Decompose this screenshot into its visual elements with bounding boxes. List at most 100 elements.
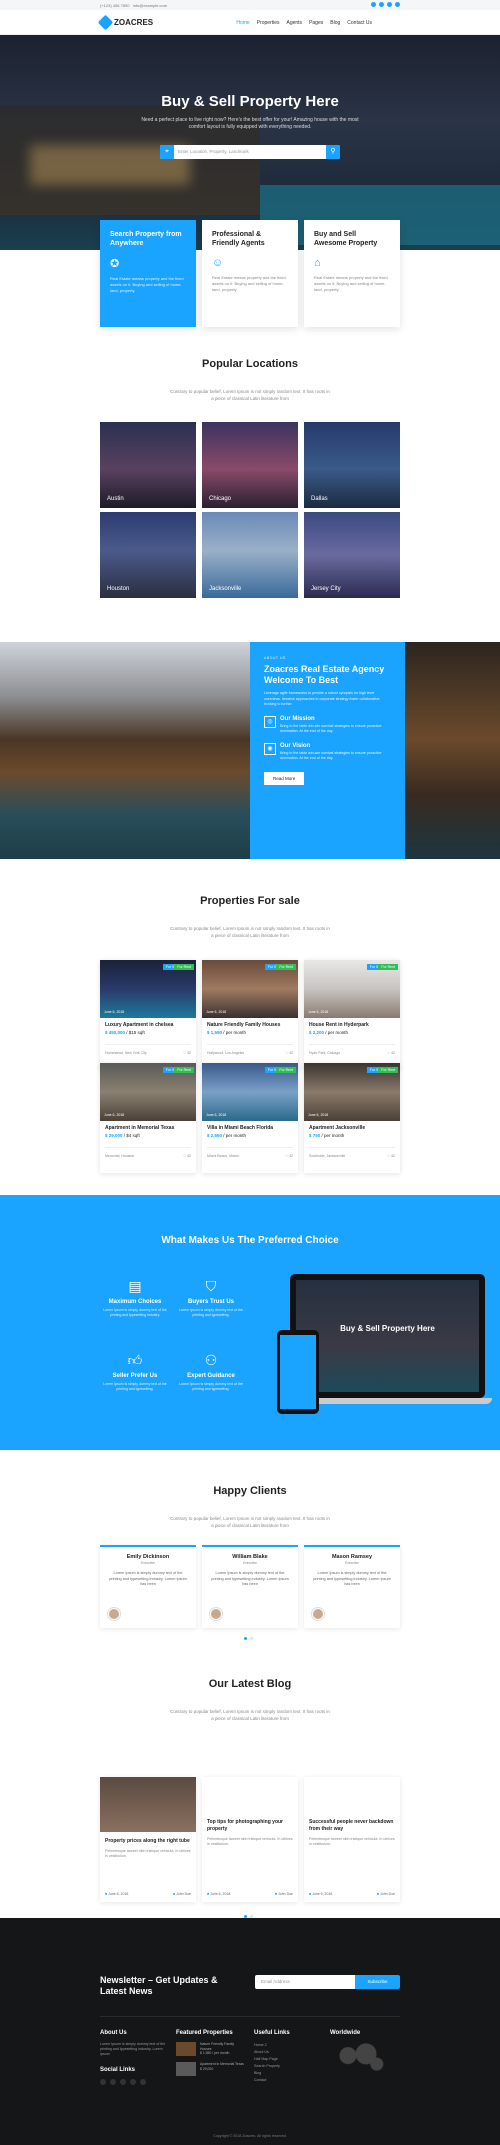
feature-title: Search Property from Anywhere (110, 231, 182, 247)
heart-icon[interactable]: ♡ 42 (285, 1154, 293, 1158)
feature-title: Professional & Friendly Agents (212, 231, 265, 247)
search-icon: ⚲ (330, 148, 336, 155)
footer: Newsletter – Get Updates & Latest News E… (0, 1918, 500, 2145)
property-location: Hyde Park, Chicago (309, 1051, 341, 1055)
footer-link[interactable]: Blog (254, 2070, 314, 2077)
location-card-jersey-city[interactable]: Jersey City (304, 512, 400, 598)
location-label: Austin (107, 496, 124, 502)
posted-date: June 6, 2018 (104, 1113, 125, 1117)
pagination-dot[interactable] (244, 1637, 247, 1640)
subscribe-button[interactable]: Subscribe (355, 1975, 400, 1989)
blog-card[interactable]: Top tips for photographing your property… (202, 1777, 298, 1902)
logo[interactable]: ZOACRES (97, 14, 154, 31)
brand-name: ZOACRES (114, 18, 154, 27)
property-footer: Hyde Park, Chicago ♡ 42 (309, 1044, 395, 1055)
location-card-houston[interactable]: Houston (100, 512, 196, 598)
heart-icon[interactable]: ♡ 42 (183, 1051, 191, 1055)
about-title: Zoacres Real Estate Agency Welcome To Be… (264, 664, 385, 685)
twitter-icon[interactable] (379, 2, 384, 7)
property-name[interactable]: House Rent in Hyderpark (309, 1022, 369, 1028)
blog-image (100, 1777, 196, 1832)
blog-card[interactable]: Property prices along the right tube Pell… (100, 1777, 196, 1902)
avatar (312, 1608, 324, 1620)
linkedin-icon[interactable] (130, 2079, 136, 2085)
footer-link[interactable]: Search Property (254, 2063, 314, 2070)
footer-social-title: Social Links (100, 2067, 136, 2073)
newsletter-email-input[interactable]: Email Address (255, 1975, 355, 1989)
blog-post-title[interactable]: Property prices along the right tube (105, 1838, 191, 1845)
client-quote: Lorem Ipsum is simply dummy text of the … (211, 1571, 289, 1586)
choice-item-title: Maximum Choices (108, 1299, 162, 1305)
footer-link[interactable]: Contact (254, 2077, 314, 2084)
blog-post-title[interactable]: Successful people never backdown from th… (309, 1819, 395, 1833)
testimonial-card: Emily Dickinson Executive Lorem Ipsum is s… (100, 1545, 196, 1628)
top-bar: (+123) 456 7890 info@example.com (0, 0, 500, 10)
nav-agents[interactable]: Agents (286, 20, 302, 26)
footer-about-text: Lorem Ipsum is simply dummy text of the … (100, 2042, 166, 2056)
blog-date: June 6, 2018 (105, 1892, 128, 1896)
property-location: Memorial, Houston (105, 1154, 135, 1158)
location-card-jacksonville[interactable]: Jacksonville (202, 512, 298, 598)
facebook-icon[interactable] (371, 2, 376, 7)
pagination-dot[interactable] (250, 1637, 253, 1640)
property-card[interactable]: For Sale For Rent June 6, 2018 Apartment … (304, 1063, 400, 1173)
price-value: $ 450,000 (105, 1030, 126, 1035)
property-name[interactable]: Villa in Miami Beach Florida (207, 1125, 273, 1131)
property-name[interactable]: Apartment in Memorial Texas (105, 1125, 174, 1131)
blog-date: June 6, 2018 (309, 1892, 332, 1896)
footer-link[interactable]: About Us (254, 2049, 314, 2056)
featured-property[interactable]: Nature Friendly Family Houses $ 1,550 / p… (176, 2042, 246, 2056)
heart-icon[interactable]: ♡ 42 (387, 1051, 395, 1055)
instagram-icon[interactable] (387, 2, 392, 7)
phone-mockup (277, 1330, 319, 1414)
youtube-icon[interactable] (140, 2079, 146, 2085)
search-input[interactable]: Enter Location, Property, Landmark (178, 149, 249, 154)
feature-card-search: Search Property from Anywhere ✪ Real Est… (100, 220, 196, 327)
search-button[interactable]: ⚲ (326, 145, 340, 159)
twitter-icon[interactable] (110, 2079, 116, 2085)
featured-property[interactable]: Apartment in Memorial Texas $ 29,000 (176, 2062, 246, 2076)
property-card[interactable]: For Sale For Rent June 6, 2018 Luxury Apa… (100, 960, 196, 1070)
nav-pages[interactable]: Pages (309, 20, 323, 26)
blog-post-title[interactable]: Top tips for photographing your property (207, 1819, 293, 1833)
property-name[interactable]: Nature Friendly Family Houses (207, 1022, 280, 1028)
nav-home[interactable]: Home (236, 20, 249, 26)
copyright-text: Copyright © 2018 Zoacres. All rights res… (213, 2134, 287, 2138)
property-card[interactable]: For Sale For Rent June 6, 2018 House Rent… (304, 960, 400, 1070)
bag-icon: ⌂ (314, 257, 321, 269)
location-card-chicago[interactable]: Chicago (202, 422, 298, 508)
property-name[interactable]: Apartment Jacksonville (309, 1125, 365, 1131)
property-card[interactable]: For Sale For Rent June 6, 2018 Villa in M… (202, 1063, 298, 1173)
hero-search: ⌖ Enter Location, Property, Landmark ⚲ (160, 145, 340, 159)
property-location: Hollywood, Los Angeles (207, 1051, 245, 1055)
property-name[interactable]: Luxury Apartment in chelsea (105, 1022, 173, 1028)
heart-icon[interactable]: ♡ 42 (285, 1051, 293, 1055)
linkedin-icon[interactable] (395, 2, 400, 7)
blog-card[interactable]: Successful people never backdown from th… (304, 1777, 400, 1902)
nav-blog[interactable]: Blog (330, 20, 340, 26)
blog-meta: June 6, 2018 John Doe (207, 1892, 293, 1896)
instagram-icon[interactable] (120, 2079, 126, 2085)
heart-icon[interactable]: ♡ 42 (183, 1154, 191, 1158)
heart-icon[interactable]: ♡ 42 (387, 1154, 395, 1158)
hero-section: Buy & Sell Property Here Need a perfect … (0, 35, 500, 250)
choice-item: 👍︎ Seller Prefer Us Lorem Ipsum is simply … (100, 1352, 170, 1392)
location-card-austin[interactable]: Austin (100, 422, 196, 508)
read-more-button[interactable]: Read More (264, 771, 305, 785)
property-card[interactable]: For Sale For Rent June 6, 2018 Apartment … (100, 1063, 196, 1173)
properties-subtitle: Contrary to popular belief, Lorem Ipsum … (170, 926, 330, 938)
facebook-icon[interactable] (100, 2079, 106, 2085)
thumbs-up-icon: 👍︎ (127, 1352, 143, 1368)
property-card[interactable]: For Sale For Rent June 6, 2018 Nature Fri… (202, 960, 298, 1070)
footer-link[interactable]: Half Map Page (254, 2056, 314, 2063)
choice-item-text: Lorem Ipsum is simply dummy text of the … (179, 1308, 243, 1317)
location-label: Chicago (209, 496, 232, 502)
location-icon: ⌖ (160, 145, 174, 159)
price-value: $ 2,550 (207, 1133, 223, 1138)
testimonial-card: William Blake Executive Lorem Ipsum is sim… (202, 1545, 298, 1628)
footer-link[interactable]: Home 2 (254, 2042, 314, 2049)
nav-contact[interactable]: Contact Us (347, 20, 372, 26)
location-card-dallas[interactable]: Dallas (304, 422, 400, 508)
price-value: $ 1,550 (207, 1030, 223, 1035)
nav-properties[interactable]: Properties (257, 20, 280, 26)
